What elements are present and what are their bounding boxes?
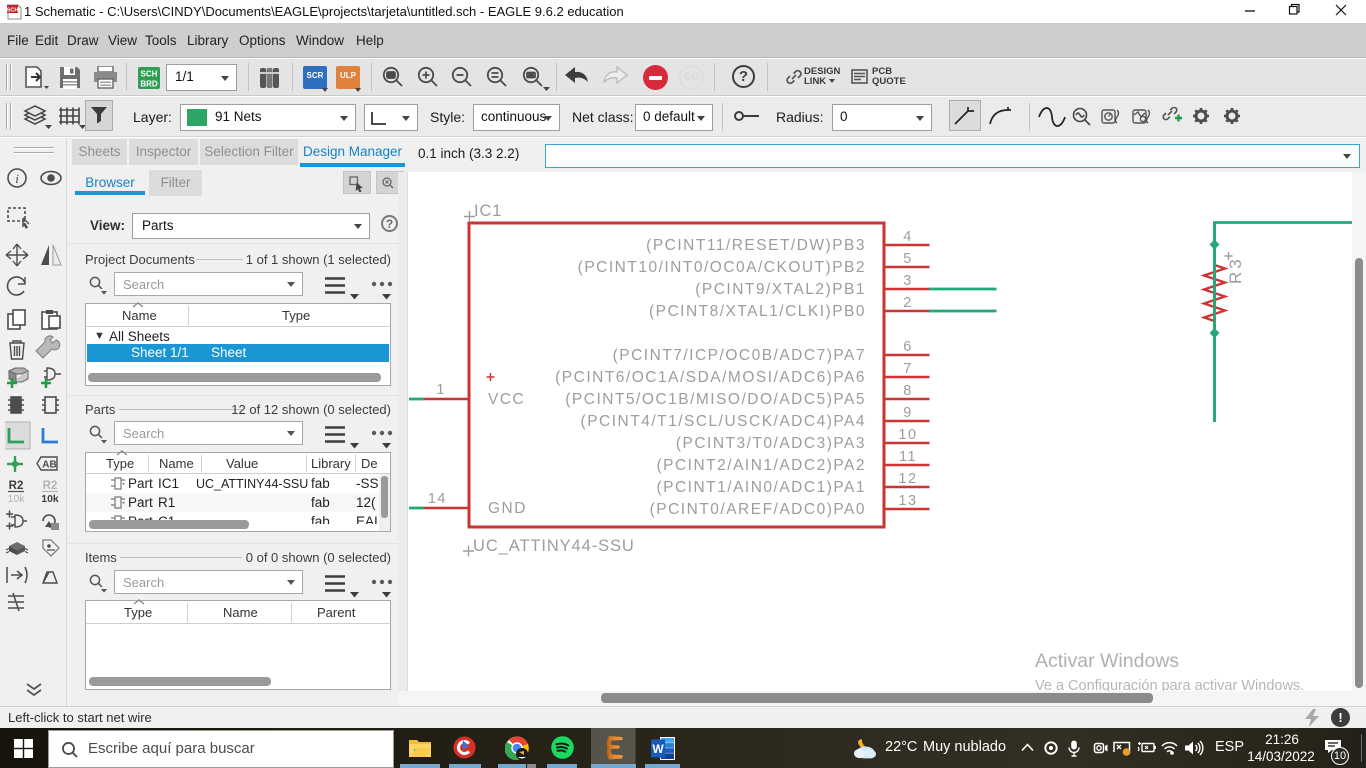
svg-text:IC1: IC1 bbox=[474, 202, 502, 220]
svg-text:(PCINT3/T0/ADC3)PA3: (PCINT3/T0/ADC3)PA3 bbox=[676, 435, 866, 452]
svg-text:2: 2 bbox=[903, 295, 913, 311]
svg-text:BRD: BRD bbox=[140, 80, 158, 89]
svg-text:Activar Windows: Activar Windows bbox=[1035, 650, 1179, 672]
svg-text:SCH: SCH bbox=[7, 8, 19, 14]
svg-text:R2: R2 bbox=[9, 480, 24, 492]
svg-text:9: 9 bbox=[903, 405, 913, 421]
svg-text:10k: 10k bbox=[41, 493, 59, 505]
svg-text:(PCINT2/AIN1/ADC2)PA2: (PCINT2/AIN1/ADC2)PA2 bbox=[656, 457, 866, 474]
svg-text:R2: R2 bbox=[43, 480, 58, 492]
svg-text:4: 4 bbox=[903, 229, 913, 245]
svg-text:11: 11 bbox=[899, 449, 917, 465]
svg-text:(PCINT6/OC1A/SDA/MOSI/ADC6)PA6: (PCINT6/OC1A/SDA/MOSI/ADC6)PA6 bbox=[555, 369, 866, 386]
svg-text:(PCINT5/OC1B/MISO/DO/ADC5)PA5: (PCINT5/OC1B/MISO/DO/ADC5)PA5 bbox=[565, 391, 866, 408]
svg-text:(PCINT9/XTAL2)PB1: (PCINT9/XTAL2)PB1 bbox=[695, 281, 866, 298]
svg-text:3: 3 bbox=[903, 273, 913, 289]
svg-text:(PCINT1/AIN0/ADC1)PA1: (PCINT1/AIN0/ADC1)PA1 bbox=[656, 479, 866, 496]
svg-text:SCH: SCH bbox=[141, 70, 158, 79]
svg-text:(PCINT7/ICP/OC0B/ADC7)PA7: (PCINT7/ICP/OC0B/ADC7)PA7 bbox=[613, 347, 866, 364]
svg-text:7: 7 bbox=[903, 361, 913, 377]
svg-text:i: i bbox=[15, 171, 19, 186]
svg-text:(PCINT0/AREF/ADC0)PA0: (PCINT0/AREF/ADC0)PA0 bbox=[650, 501, 866, 518]
svg-text:14: 14 bbox=[428, 491, 447, 507]
svg-text:(PCINT11/RESET/DW)PB3: (PCINT11/RESET/DW)PB3 bbox=[646, 237, 866, 254]
svg-text:(PCINT10/INT0/OC0A/CKOUT)PB2: (PCINT10/INT0/OC0A/CKOUT)PB2 bbox=[578, 259, 866, 276]
svg-text:8: 8 bbox=[903, 383, 913, 399]
svg-text:13: 13 bbox=[898, 493, 917, 509]
svg-text:GND: GND bbox=[488, 500, 527, 517]
svg-text:UC_ATTINY44-SSU: UC_ATTINY44-SSU bbox=[473, 537, 635, 555]
svg-text:W: W bbox=[652, 742, 664, 756]
svg-text:VCC: VCC bbox=[488, 391, 525, 408]
svg-text:10: 10 bbox=[898, 427, 917, 443]
svg-text:12: 12 bbox=[898, 471, 917, 487]
svg-text:(PCINT4/T1/SCL/USCK/ADC4)PA4: (PCINT4/T1/SCL/USCK/ADC4)PA4 bbox=[581, 413, 866, 430]
svg-text:1: 1 bbox=[436, 382, 446, 398]
svg-text:AB: AB bbox=[42, 460, 56, 471]
svg-text:(PCINT8/XTAL1/CLKI)PB0: (PCINT8/XTAL1/CLKI)PB0 bbox=[649, 303, 866, 320]
svg-text:5: 5 bbox=[903, 251, 913, 267]
svg-text:R3: R3 bbox=[1226, 256, 1245, 284]
svg-text:6: 6 bbox=[903, 339, 913, 355]
svg-text:10k: 10k bbox=[8, 493, 26, 505]
